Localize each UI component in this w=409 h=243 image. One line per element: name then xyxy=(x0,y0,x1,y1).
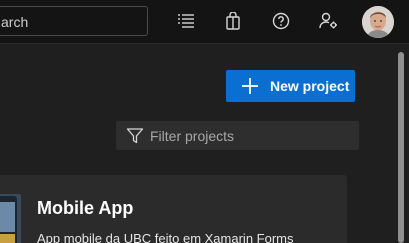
shopping-bag-icon[interactable] xyxy=(222,10,244,32)
filter-placeholder: Filter projects xyxy=(150,128,235,144)
task-list-icon[interactable] xyxy=(175,10,197,32)
search-placeholder: arch xyxy=(1,14,29,30)
project-description: App mobile da UBC feito em Xamarin Forms xyxy=(37,231,294,243)
funnel-icon xyxy=(126,127,144,145)
new-project-button[interactable]: New project xyxy=(226,70,355,102)
new-project-label: New project xyxy=(270,78,350,94)
filter-projects-input[interactable]: Filter projects xyxy=(116,121,359,150)
project-card[interactable]: Mobile App App mobile da UBC feito em Xa… xyxy=(0,175,347,243)
search-input[interactable]: arch xyxy=(0,6,148,36)
user-settings-icon[interactable] xyxy=(318,10,340,32)
top-bar: arch xyxy=(0,0,409,44)
help-icon[interactable] xyxy=(270,10,292,32)
plus-icon xyxy=(240,76,260,96)
app-window: arch New project Filter projects Mobile … xyxy=(0,0,409,243)
project-title[interactable]: Mobile App xyxy=(37,198,133,219)
scrollbar-thumb[interactable] xyxy=(398,52,404,243)
project-thumbnail xyxy=(0,194,21,243)
avatar[interactable] xyxy=(362,6,394,38)
